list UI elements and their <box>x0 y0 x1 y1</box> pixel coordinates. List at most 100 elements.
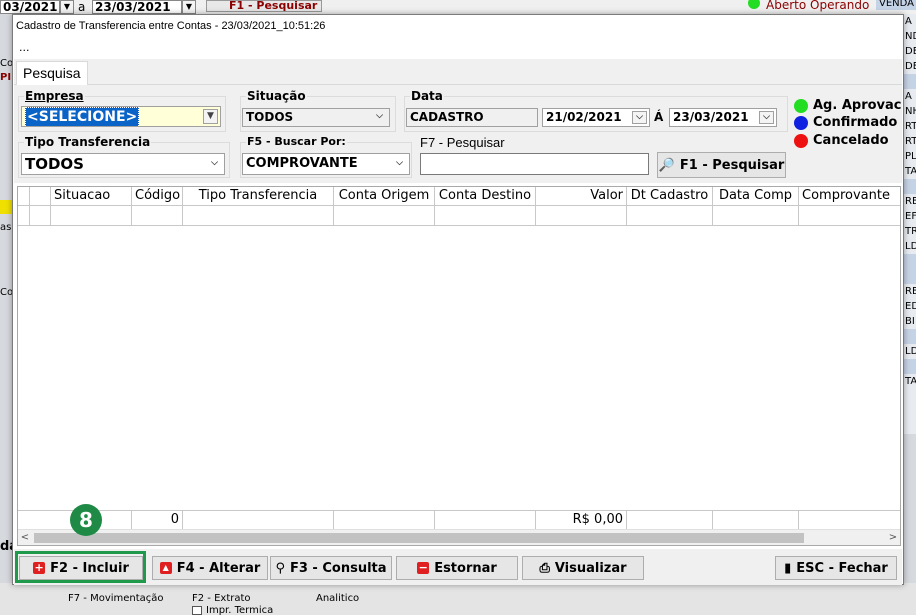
grid-cell <box>18 206 30 225</box>
table-row[interactable] <box>18 206 900 226</box>
column-header-conta-destino[interactable]: Conta Destino <box>435 187 536 205</box>
grid-cell <box>51 206 132 225</box>
column-header[interactable] <box>30 187 51 205</box>
dialog-title: Cadastro de Transferencia entre Contas -… <box>16 20 326 32</box>
bg-extrato-label: F2 - Extrato <box>192 593 251 604</box>
chevron-down-icon[interactable]: ⌵ <box>207 156 222 172</box>
chevron-down-icon[interactable]: ▼ <box>182 0 196 14</box>
bg-right-fragment <box>902 74 916 89</box>
tipo-select[interactable]: TODOS ⌵ <box>21 153 225 175</box>
chevron-down-icon[interactable]: ⌵ <box>392 156 407 172</box>
tipo-label: Tipo Transferencia <box>24 135 152 149</box>
estornar-label: Estornar <box>434 560 497 576</box>
column-header[interactable] <box>18 187 30 205</box>
tab-pesquisa[interactable]: Pesquisa <box>16 61 88 86</box>
pesquisar-label: F7 - Pesquisar <box>420 135 505 150</box>
door-icon: ▮ <box>784 560 792 576</box>
fechar-button[interactable]: ▮ ESC - Fechar <box>775 556 897 580</box>
estornar-button[interactable]: − Estornar <box>396 556 518 580</box>
bg-search-label: F1 - Pesquisar <box>229 0 318 12</box>
visualizar-label: Visualizar <box>554 560 627 576</box>
alterar-button[interactable]: ▲ F4 - Alterar <box>152 556 268 580</box>
status-dot-icon <box>794 134 808 148</box>
empresa-value: <SELECIONE> <box>25 107 140 126</box>
grid-footer: 0 R$ 0,00 <box>18 510 900 529</box>
bg-right-fragment <box>902 269 916 284</box>
date-from-value: 21/02/2021 <box>546 110 622 124</box>
visualizar-button[interactable]: ⎙ Visualizar <box>522 556 644 580</box>
transfer-grid: Situacao Código Tipo Transferencia Conta… <box>17 186 901 546</box>
grid-cell <box>435 206 536 225</box>
highlight-box <box>15 551 146 583</box>
chevron-down-icon[interactable]: ⌵ <box>632 111 647 124</box>
column-header-dt-cadastro[interactable]: Dt Cadastro <box>627 187 713 205</box>
bg-impr-checkbox[interactable] <box>192 606 202 615</box>
column-header-situacao[interactable]: Situacao <box>51 187 132 205</box>
bg-right-fragment <box>902 179 916 194</box>
footer-cell <box>435 511 536 529</box>
chevron-down-icon[interactable]: ⌵ <box>372 111 387 124</box>
legend-label: Confirmado <box>813 115 898 130</box>
bg-right-fragment <box>902 359 916 374</box>
search-button[interactable]: 🔎 F1 - Pesquisar <box>657 152 786 178</box>
bg-date-sep: a <box>78 0 86 14</box>
horizontal-scrollbar[interactable]: < > <box>18 529 900 545</box>
bg-right-fragment: TA <box>905 166 916 177</box>
bg-right-fragment: A <box>905 91 912 102</box>
empresa-select[interactable]: <SELECIONE> ▼ <box>21 106 221 127</box>
column-header-comprovante[interactable]: Comprovante <box>799 187 900 205</box>
search-input[interactable] <box>420 153 649 175</box>
chevron-down-icon[interactable]: ▼ <box>60 0 74 14</box>
data-type-select[interactable]: CADASTRO <box>406 108 538 127</box>
data-label: Data <box>410 89 444 103</box>
column-header-tipo[interactable]: Tipo Transferencia <box>183 187 334 205</box>
bg-right-fragment: PL <box>905 151 916 162</box>
buscar-value: COMPROVANTE <box>246 156 358 171</box>
tipo-value: TODOS <box>25 155 84 173</box>
chevron-right-icon[interactable]: > <box>886 530 900 545</box>
bg-impr-label: Impr. Termica <box>206 605 274 615</box>
grid-cell <box>627 206 713 225</box>
column-header-data-comp[interactable]: Data Comp <box>713 187 799 205</box>
bg-movimentacao-label: F7 - Movimentação <box>68 593 164 604</box>
chevron-down-icon[interactable]: ⌵ <box>759 111 774 124</box>
bg-date-from[interactable]: 03/2021 <box>0 0 60 14</box>
column-header-codigo[interactable]: Código <box>132 187 183 205</box>
grid-cell <box>536 206 627 225</box>
fechar-label: ESC - Fechar <box>796 560 888 576</box>
arrow-up-icon: ▲ <box>159 562 172 574</box>
date-from-picker[interactable]: 21/02/2021 ⌵ <box>542 108 650 127</box>
bg-right-fragment: A <box>905 16 912 27</box>
bg-date-to[interactable]: 23/03/2021 <box>92 0 182 14</box>
consulta-button[interactable]: ⚲ F3 - Consulta <box>270 556 392 580</box>
legend-label: Ag. Aprovac <box>813 98 902 113</box>
footer-cell <box>713 511 799 529</box>
bg-right-fragment: ND <box>905 31 916 42</box>
buscar-select[interactable]: COMPROVANTE ⌵ <box>242 153 410 175</box>
scrollbar-thumb[interactable] <box>34 533 804 543</box>
situacao-select[interactable]: TODOS ⌵ <box>242 108 390 127</box>
bg-right-fragment: RE <box>905 196 916 207</box>
grid-header: Situacao Código Tipo Transferencia Conta… <box>18 187 900 206</box>
bg-right-fragment: RT <box>905 136 916 147</box>
alterar-label: F4 - Alterar <box>176 560 261 576</box>
bg-search-button[interactable]: F1 - Pesquisar <box>206 0 322 12</box>
search-button-label: F1 - Pesquisar <box>679 157 785 173</box>
bg-vendas-label: VENDA <box>876 0 916 10</box>
transfer-dialog: Cadastro de Transferencia entre Contas -… <box>12 14 904 585</box>
bg-right-fragment: TR <box>905 226 916 237</box>
footer-cell <box>183 511 334 529</box>
date-to-picker[interactable]: 23/03/2021 ⌵ <box>669 108 777 127</box>
bg-analitico-label: Analitico <box>316 593 360 604</box>
background-bottom-panel: F7 - Movimentação F2 - Extrato Analitico… <box>0 583 916 615</box>
dialog-subtitle: ... <box>19 41 30 54</box>
status-dot-icon <box>794 116 808 130</box>
column-header-valor[interactable]: Valor <box>536 187 627 205</box>
column-header-conta-origem[interactable]: Conta Origem <box>334 187 435 205</box>
grid-cell <box>30 206 51 225</box>
status-dot-icon <box>794 99 808 113</box>
chevron-down-icon[interactable]: ▼ <box>203 109 218 124</box>
chevron-left-icon[interactable]: < <box>18 530 32 545</box>
background-right-panel: A ND DE DE A NH RT RT PL TA RE EF TR LD RE ED BI LD TA <box>902 14 916 434</box>
grid-cell <box>132 206 183 225</box>
